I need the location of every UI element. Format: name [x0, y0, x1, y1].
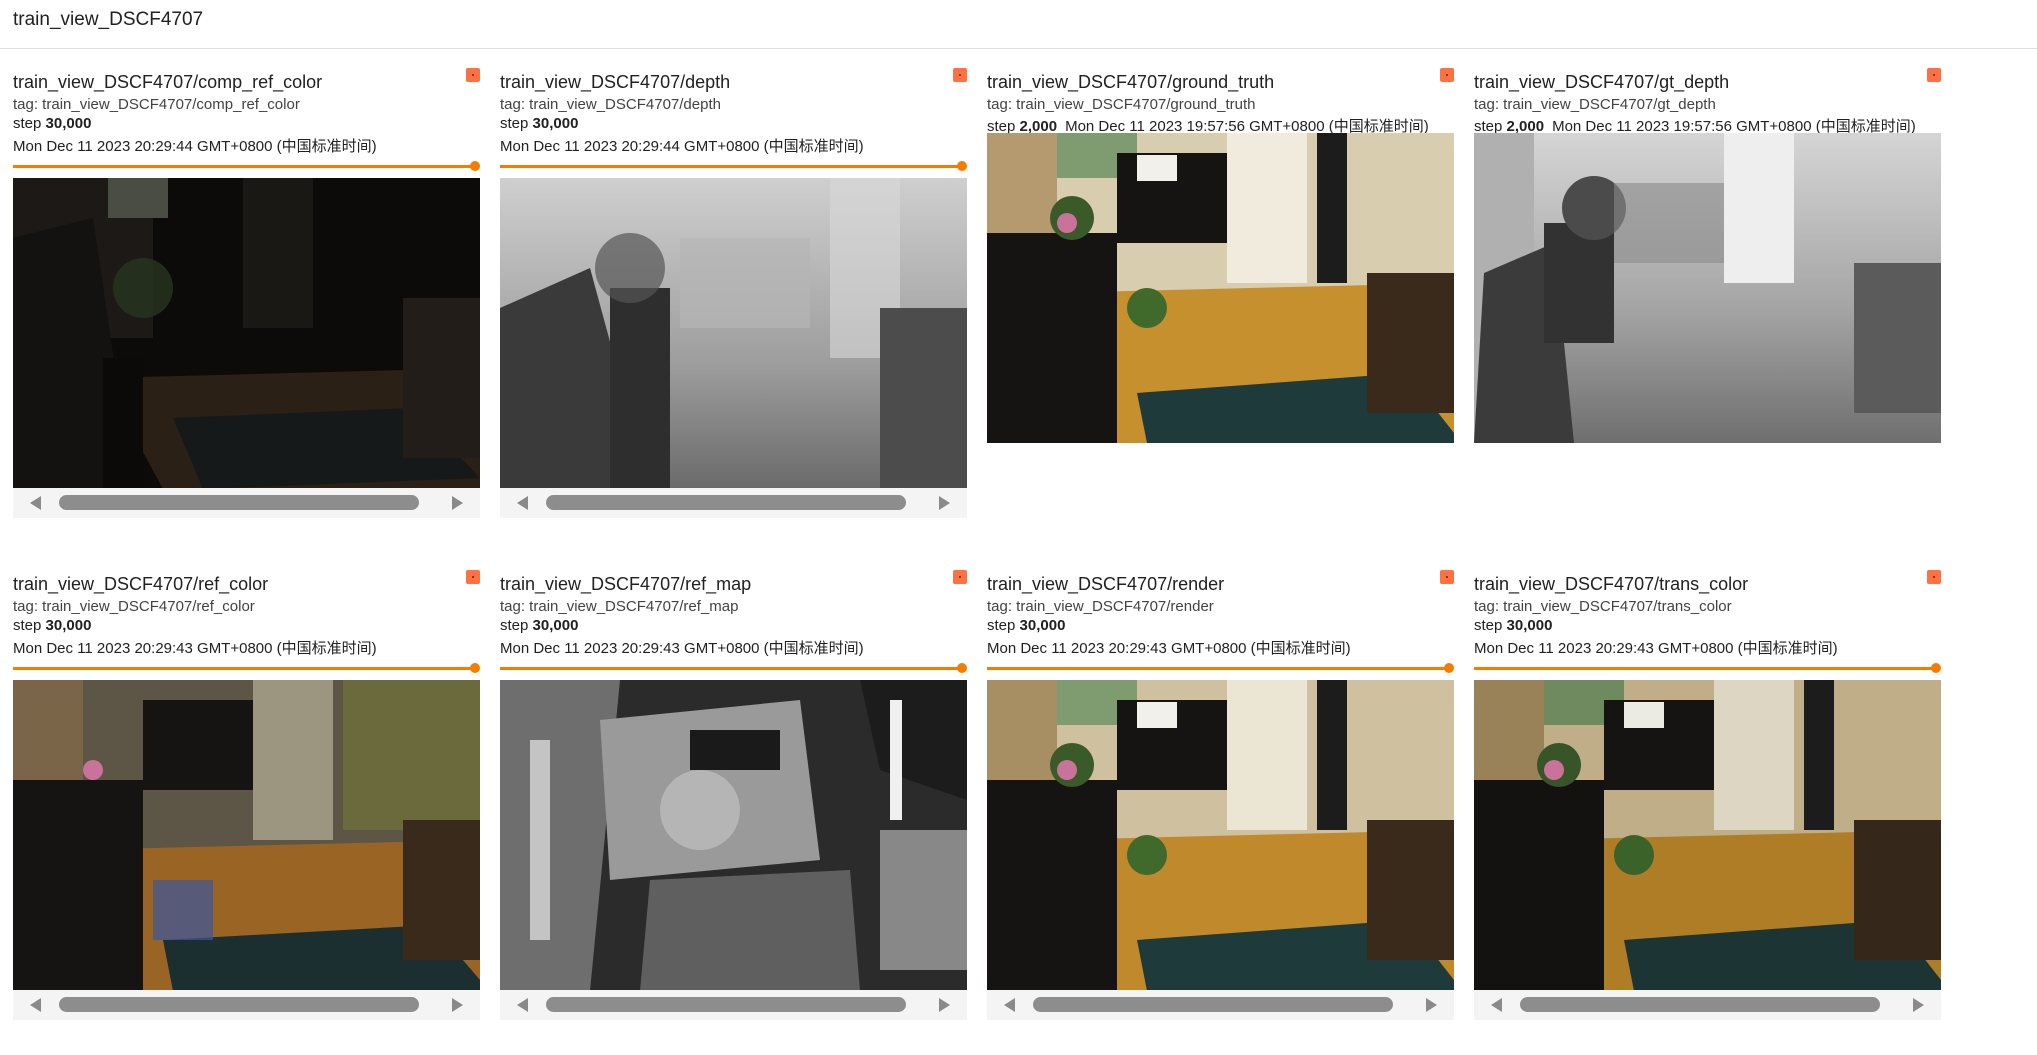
image-ref-map — [500, 680, 967, 991]
card-tag: tag: train_view_DSCF4707/trans_color — [1474, 598, 1732, 615]
slider-thumb[interactable] — [1444, 663, 1454, 673]
pin-icon[interactable] — [953, 570, 967, 584]
scrollbar-thumb[interactable] — [546, 495, 906, 510]
group-header: train_view_DSCF4707 — [0, 0, 2037, 49]
pin-icon[interactable] — [1927, 68, 1941, 82]
scrollbar-thumb[interactable] — [1033, 997, 1393, 1012]
pin-icon[interactable] — [466, 570, 480, 584]
scroll-left-icon[interactable] — [30, 496, 41, 510]
pin-icon[interactable] — [1440, 68, 1454, 82]
slider-thumb[interactable] — [957, 161, 967, 171]
step-slider[interactable] — [1474, 663, 1941, 673]
scroll-right-icon[interactable] — [452, 998, 463, 1012]
scrollbar-thumb[interactable] — [1520, 997, 1880, 1012]
card-title: train_view_DSCF4707/ref_color — [13, 574, 269, 594]
image-card-render: train_view_DSCF4707/render tag: train_vi… — [987, 570, 1454, 1020]
image-render — [987, 680, 1454, 991]
card-title: train_view_DSCF4707/render — [987, 574, 1225, 594]
card-title: train_view_DSCF4707/trans_color — [1474, 574, 1749, 594]
step-label: step 30,000 — [13, 617, 92, 634]
scroll-left-icon[interactable] — [1004, 998, 1015, 1012]
scroll-right-icon[interactable] — [452, 496, 463, 510]
card-title: train_view_DSCF4707/comp_ref_color — [13, 72, 323, 92]
step-value: 30,000 — [532, 115, 579, 132]
card-tag: tag: train_view_DSCF4707/gt_depth — [1474, 96, 1716, 113]
card-title: train_view_DSCF4707/gt_depth — [1474, 72, 1730, 92]
timestamp: Mon Dec 11 2023 20:29:43 GMT+0800 (中国标准时… — [13, 640, 377, 657]
pin-icon[interactable] — [466, 68, 480, 82]
step-label: step 30,000 — [1474, 617, 1553, 634]
image-depth — [500, 178, 967, 489]
scrollbar-thumb[interactable] — [59, 495, 419, 510]
scroll-right-icon[interactable] — [939, 496, 950, 510]
slider-thumb[interactable] — [470, 161, 480, 171]
image-card-depth: train_view_DSCF4707/depth tag: train_vie… — [500, 68, 967, 518]
scroll-left-icon[interactable] — [30, 998, 41, 1012]
image-trans-color — [1474, 680, 1941, 991]
step-label: step 30,000 — [500, 617, 579, 634]
scroll-left-icon[interactable] — [517, 998, 528, 1012]
step-value: 30,000 — [1019, 617, 1066, 634]
card-tag: tag: train_view_DSCF4707/ground_truth — [987, 96, 1256, 113]
card-tag: tag: train_view_DSCF4707/render — [987, 598, 1214, 615]
step-label: step 30,000 — [13, 115, 92, 132]
scroll-right-icon[interactable] — [1426, 998, 1437, 1012]
step-slider[interactable] — [13, 161, 480, 171]
slider-thumb[interactable] — [1931, 663, 1941, 673]
image-gt-depth — [1474, 133, 1941, 443]
scroll-left-icon[interactable] — [517, 496, 528, 510]
step-slider[interactable] — [500, 161, 967, 171]
step-label: step 30,000 — [500, 115, 579, 132]
step-slider[interactable] — [987, 663, 1454, 673]
image-ground-truth — [987, 133, 1454, 443]
timestamp: Mon Dec 11 2023 20:29:43 GMT+0800 (中国标准时… — [1474, 640, 1838, 657]
image-card-ref-map: train_view_DSCF4707/ref_map tag: train_v… — [500, 570, 967, 1020]
pin-icon[interactable] — [1927, 570, 1941, 584]
card-tag: tag: train_view_DSCF4707/depth — [500, 96, 721, 113]
image-scrollbar[interactable] — [500, 990, 967, 1020]
scrollbar-thumb[interactable] — [546, 997, 906, 1012]
scroll-right-icon[interactable] — [1913, 998, 1924, 1012]
step-value: 30,000 — [45, 115, 92, 132]
slider-thumb[interactable] — [957, 663, 967, 673]
card-tag: tag: train_view_DSCF4707/ref_color — [13, 598, 255, 615]
timestamp: Mon Dec 11 2023 20:29:44 GMT+0800 (中国标准时… — [13, 138, 377, 155]
step-value: 30,000 — [45, 617, 92, 634]
timestamp: Mon Dec 11 2023 20:29:43 GMT+0800 (中国标准时… — [987, 640, 1351, 657]
image-scrollbar[interactable] — [987, 990, 1454, 1020]
image-card-gt-depth: train_view_DSCF4707/gt_depth tag: train_… — [1474, 68, 1941, 448]
timestamp: Mon Dec 11 2023 20:29:43 GMT+0800 (中国标准时… — [500, 640, 864, 657]
scroll-left-icon[interactable] — [1491, 998, 1502, 1012]
step-label: step 30,000 — [987, 617, 1066, 634]
slider-thumb[interactable] — [470, 663, 480, 673]
image-card-ground-truth: train_view_DSCF4707/ground_truth tag: tr… — [987, 68, 1454, 448]
card-tag: tag: train_view_DSCF4707/comp_ref_color — [13, 96, 300, 113]
card-title: train_view_DSCF4707/depth — [500, 72, 731, 92]
image-comp-ref-color — [13, 178, 480, 489]
timestamp: Mon Dec 11 2023 20:29:44 GMT+0800 (中国标准时… — [500, 138, 864, 155]
image-scrollbar[interactable] — [13, 990, 480, 1020]
image-card-trans-color: train_view_DSCF4707/trans_color tag: tra… — [1474, 570, 1941, 1020]
card-tag: tag: train_view_DSCF4707/ref_map — [500, 598, 739, 615]
image-scrollbar[interactable] — [13, 488, 480, 518]
image-card-comp-ref-color: train_view_DSCF4707/comp_ref_color tag: … — [13, 68, 480, 518]
group-title: train_view_DSCF4707 — [13, 9, 204, 30]
card-title: train_view_DSCF4707/ground_truth — [987, 72, 1275, 92]
pin-icon[interactable] — [953, 68, 967, 82]
step-slider[interactable] — [500, 663, 967, 673]
card-title: train_view_DSCF4707/ref_map — [500, 574, 752, 594]
step-value: 30,000 — [532, 617, 579, 634]
image-scrollbar[interactable] — [500, 488, 967, 518]
image-card-ref-color: train_view_DSCF4707/ref_color tag: train… — [13, 570, 480, 1020]
scroll-right-icon[interactable] — [939, 998, 950, 1012]
step-value: 30,000 — [1506, 617, 1553, 634]
step-slider[interactable] — [13, 663, 480, 673]
image-ref-color — [13, 680, 480, 991]
scrollbar-thumb[interactable] — [59, 997, 419, 1012]
image-scrollbar[interactable] — [1474, 990, 1941, 1020]
pin-icon[interactable] — [1440, 570, 1454, 584]
